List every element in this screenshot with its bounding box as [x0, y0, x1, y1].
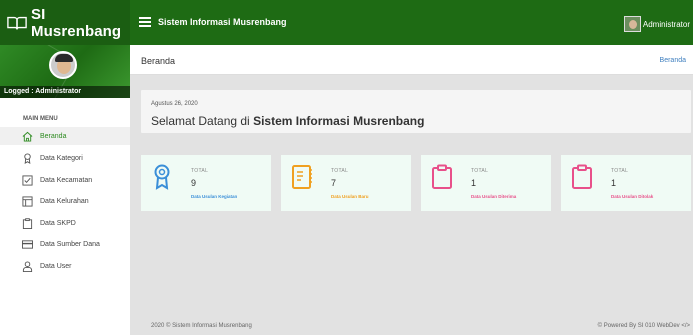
sidebar-item-label: Data Kecamatan: [40, 176, 93, 184]
user-name: Administrator: [642, 19, 690, 29]
sidebar-item-beranda[interactable]: Beranda: [0, 127, 130, 145]
sidebar-item-data-skpd[interactable]: Data SKPD: [0, 214, 130, 232]
brand[interactable]: SI Musrenbang: [0, 0, 130, 45]
page-header: Beranda Beranda: [130, 45, 693, 75]
sidebar-item-data-user[interactable]: Data User: [0, 257, 130, 275]
user-menu[interactable]: Administrator: [623, 16, 690, 32]
clipboard-icon: [432, 164, 452, 189]
card-value: 1: [471, 178, 477, 188]
card-link[interactable]: Data Usulan Ditolak: [611, 194, 653, 199]
sidebar-item-label: Data SKPD: [40, 219, 76, 227]
sidebar-item-label: Data User: [40, 262, 72, 270]
stat-card-usulan-diterima: TOTAL 1 Data Usulan Diterima: [421, 155, 551, 211]
sidebar-item-label: Data Kelurahan: [40, 197, 89, 205]
logged-in-label: Logged : Administrator: [0, 86, 130, 98]
sidebar-item-data-kecamatan[interactable]: Data Kecamatan: [0, 171, 130, 189]
sidebar-item-label: Data Kategori: [40, 154, 83, 162]
card-caption: TOTAL: [331, 168, 349, 174]
notebook-icon: [292, 165, 312, 189]
welcome-date: Agustus 26, 2020: [151, 101, 198, 107]
footer: 2020 © Sistem Informasi Musrenbang © Pow…: [130, 318, 693, 335]
profile-panel: Logged : Administrator: [0, 45, 130, 98]
card-caption: TOTAL: [191, 168, 209, 174]
stat-card-usulan-ditolak: TOTAL 1 Data Usulan Ditolak: [561, 155, 691, 211]
welcome-title: Selamat Datang di Sistem Informasi Musre…: [151, 114, 425, 128]
check-square-icon: [22, 174, 33, 186]
card-caption: TOTAL: [471, 168, 489, 174]
card-value: 7: [331, 178, 337, 188]
sidebar: Logged : Administrator MAIN MENU Beranda…: [0, 45, 130, 335]
card-value: 1: [611, 178, 617, 188]
page-title: Beranda: [141, 56, 176, 66]
home-icon: [22, 131, 33, 142]
main-content: Beranda Beranda Agustus 26, 2020 Selamat…: [130, 45, 693, 335]
stat-card-usulan-kegiatan: TOTAL 9 Data Usulan Kegiatan: [141, 155, 271, 211]
book-open-icon: [7, 16, 27, 29]
clipboard-icon: [22, 217, 33, 229]
user-avatar: [623, 16, 641, 32]
stat-card-usulan-baru: TOTAL 7 Data Usulan Baru: [281, 155, 411, 211]
award-icon: [24, 152, 31, 164]
card-link[interactable]: Data Usulan Diterima: [471, 194, 516, 199]
breadcrumb[interactable]: Beranda: [660, 57, 686, 64]
credit-card-icon: [22, 239, 33, 249]
menu-header: MAIN MENU: [23, 116, 58, 122]
card-link[interactable]: Data Usulan Baru: [331, 194, 369, 199]
footer-powered-by: © Powered By SI 010 WebDev </>: [597, 323, 690, 329]
sidebar-item-data-kategori[interactable]: Data Kategori: [0, 149, 130, 167]
menu-toggle-icon[interactable]: [139, 17, 151, 27]
clipboard-icon: [572, 164, 592, 189]
brand-title: SI Musrenbang: [31, 5, 122, 40]
layout-icon: [22, 195, 33, 207]
card-caption: TOTAL: [611, 168, 629, 174]
card-link[interactable]: Data Usulan Kegiatan: [191, 194, 237, 199]
user-icon: [22, 260, 33, 272]
sidebar-item-data-sumber-dana[interactable]: Data Sumber Dana: [0, 235, 130, 253]
award-icon: [154, 164, 170, 190]
welcome-title-bold: Sistem Informasi Musrenbang: [253, 114, 425, 128]
top-bar: SI Musrenbang Sistem Informasi Musrenban…: [0, 0, 693, 45]
sidebar-item-label: Beranda: [40, 132, 67, 140]
profile-avatar: [49, 51, 77, 79]
welcome-panel: Agustus 26, 2020 Selamat Datang di Siste…: [141, 90, 691, 133]
card-value: 9: [191, 178, 197, 188]
app-title: Sistem Informasi Musrenbang: [158, 17, 287, 27]
footer-copyright: 2020 © Sistem Informasi Musrenbang: [151, 323, 252, 329]
sidebar-item-data-kelurahan[interactable]: Data Kelurahan: [0, 192, 130, 210]
sidebar-item-label: Data Sumber Dana: [40, 240, 100, 248]
